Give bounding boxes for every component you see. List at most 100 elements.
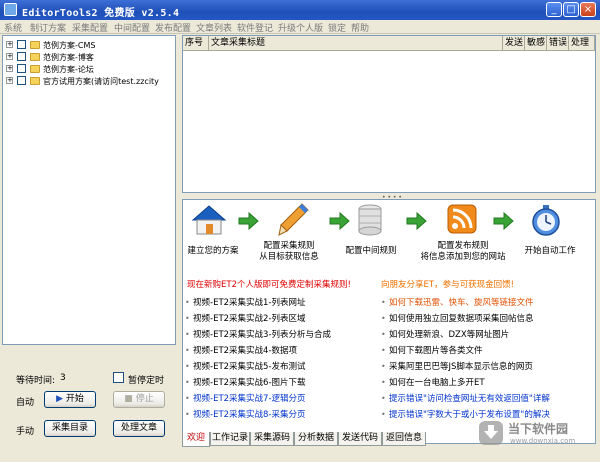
folder-icon (30, 65, 40, 73)
watermark-url: www.downxia.com (510, 437, 576, 445)
expand-icon[interactable]: + (6, 53, 13, 60)
video-link[interactable]: 视频-ET2采集实战1-列表网址 (193, 298, 306, 309)
menu-item-publish-config[interactable]: 发布配置 (155, 21, 191, 34)
tree-item[interactable]: + 范例方案-论坛 (3, 63, 175, 75)
article-grid: 序号 文章采集标题 发送 敏感 错误 处理 (182, 35, 596, 193)
wait-time-value: 3 (60, 373, 66, 383)
menu-item-system[interactable]: 系统 (4, 21, 22, 34)
database-icon[interactable] (357, 204, 383, 236)
tree-checkbox[interactable] (17, 40, 26, 49)
bullet-icon: • (381, 410, 386, 419)
tab-welcome[interactable]: 欢迎 (182, 432, 210, 447)
promo-right[interactable]: 向朋友分享ET，参与可获现金回馈! (381, 278, 514, 290)
video-link[interactable]: 视频-ET2采集实战2-列表区域 (193, 314, 306, 325)
collect-directory-button[interactable]: 采集目录 (44, 420, 96, 437)
bullet-icon: • (381, 346, 386, 355)
menu-item-upgrade[interactable]: 升级个人版 (278, 21, 323, 34)
help-link[interactable]: 如何使用独立回复数据项采集回帖信息 (389, 314, 534, 325)
menu-item-help[interactable]: 帮助 (351, 21, 369, 34)
column-header-send[interactable]: 发送 (503, 36, 525, 51)
expand-icon[interactable]: + (6, 77, 13, 84)
arrow-right-icon (406, 212, 427, 230)
column-header-sensitive[interactable]: 敏感 (525, 36, 547, 51)
bullet-icon: • (185, 362, 190, 371)
tree-item[interactable]: + 范例方案-博客 (3, 51, 175, 63)
step-collect-rule-label: 配置采集规则 从目标获取信息 (249, 241, 329, 263)
bullet-icon: • (185, 346, 190, 355)
video-link[interactable]: 视频-ET2采集实战3-列表分析与合成 (193, 330, 331, 341)
expand-icon[interactable]: + (6, 41, 13, 48)
expand-icon[interactable]: + (6, 65, 13, 72)
step-create-plan-label: 建立您的方案 (187, 246, 239, 256)
tree-item[interactable]: + 官方试用方案(请访问test.zzcity (3, 75, 175, 87)
menu-item-register[interactable]: 软件登记 (237, 21, 273, 34)
start-button[interactable]: ▶ 开始 (44, 391, 96, 408)
step-publish-rule-label: 配置发布规则 将信息添加到您的网站 (415, 241, 511, 263)
folder-icon (30, 41, 40, 49)
help-link[interactable]: 如何下载迅雷、快车、旋风等链接文件 (389, 298, 534, 309)
step-publish-rule-line2: 将信息添加到您的网站 (420, 252, 506, 262)
video-link[interactable]: 视频-ET2采集实战6-图片下载 (193, 378, 306, 389)
folder-icon (30, 53, 40, 61)
tree-item-label: 范例方案-博客 (43, 53, 94, 62)
pencil-icon[interactable] (277, 202, 309, 238)
stop-button-label: 停止 (135, 394, 154, 404)
menu-item-middle-config[interactable]: 中间配置 (114, 21, 150, 34)
play-icon: ▶ (56, 394, 64, 404)
video-link[interactable]: 视频-ET2采集实战7-逻辑分页 (193, 394, 306, 405)
tree-checkbox[interactable] (17, 76, 26, 85)
help-link[interactable]: 采集阿里巴巴等JS脚本显示信息的网页 (389, 362, 533, 373)
tree-checkbox[interactable] (17, 52, 26, 61)
video-link[interactable]: 视频-ET2采集实战4-数据项 (193, 346, 297, 357)
column-header-title[interactable]: 文章采集标题 (209, 36, 503, 51)
tree-item[interactable]: + 范例方案-CMS (3, 39, 175, 51)
tab-return-info[interactable]: 返回信息 (382, 432, 426, 446)
menu-item-plan[interactable]: 制订方案 (30, 21, 66, 34)
home-icon[interactable] (191, 204, 227, 236)
tree-item-label: 官方试用方案(请访问test.zzcity (43, 77, 159, 86)
plan-tree: + 范例方案-CMS + 范例方案-博客 + 范例方案-论坛 + 官方试用方案(… (2, 35, 176, 345)
menu-item-article-list[interactable]: 文章列表 (196, 21, 232, 34)
help-link[interactable]: 如何在一台电脑上多开ET (389, 378, 485, 389)
video-link[interactable]: 视频-ET2采集实战8-采集分页 (193, 410, 306, 421)
bullet-icon: • (185, 314, 190, 323)
site-watermark: 当下软件园 www.downxia.com (478, 418, 596, 452)
bullet-icon: • (381, 394, 386, 403)
tab-analysis-data[interactable]: 分析数据 (294, 432, 338, 446)
pause-timer-checkbox[interactable] (113, 372, 124, 383)
auto-label: 自动 (16, 398, 35, 408)
stop-button[interactable]: ■ 停止 (113, 391, 165, 408)
clock-icon[interactable] (531, 204, 561, 236)
bullet-icon: • (381, 362, 386, 371)
bullet-icon: • (185, 410, 190, 419)
tab-work-log[interactable]: 工作记录 (210, 432, 250, 446)
step-collect-rule-line1: 配置采集规则 (263, 241, 315, 251)
process-articles-button[interactable]: 处理文章 (113, 420, 165, 437)
wait-time-label: 等待时间: (16, 376, 56, 386)
menu-item-collect-config[interactable]: 采集配置 (72, 21, 108, 34)
help-link[interactable]: 提示错误"访问检查网址无有效返回值"详解 (389, 394, 550, 405)
close-button[interactable]: × (580, 2, 596, 17)
help-link[interactable]: 如何下载图片等各类文件 (389, 346, 483, 357)
tab-send-code[interactable]: 发送代码 (338, 432, 382, 446)
column-header-process[interactable]: 处理 (569, 36, 595, 51)
tree-checkbox[interactable] (17, 64, 26, 73)
promo-left[interactable]: 现在新购ET2个人版即可免费定制采集规则! (187, 278, 351, 290)
app-icon (4, 3, 17, 16)
minimize-button[interactable]: _ (546, 2, 562, 17)
rss-icon[interactable] (447, 204, 477, 234)
help-link[interactable]: 如何处理新浪、DZX等网址图片 (389, 330, 509, 341)
pause-timer-label: 暂停定时 (128, 376, 165, 386)
folder-icon (30, 77, 40, 85)
column-header-error[interactable]: 错误 (547, 36, 569, 51)
manual-label: 手动 (16, 427, 35, 437)
menu-item-lock[interactable]: 锁定 (328, 21, 346, 34)
tab-source-code[interactable]: 采集源码 (250, 432, 294, 446)
arrow-right-icon (493, 212, 514, 230)
column-header-index[interactable]: 序号 (183, 36, 209, 51)
video-link[interactable]: 视频-ET2采集实战5-发布测试 (193, 362, 306, 373)
bullet-icon: • (185, 394, 190, 403)
arrow-right-icon (329, 212, 350, 230)
welcome-panel: 建立您的方案 配置采集规则 从目标获取信息 配置中间规则 配置发布规则 将信息添… (182, 199, 596, 444)
maximize-button[interactable]: □ (563, 2, 579, 17)
